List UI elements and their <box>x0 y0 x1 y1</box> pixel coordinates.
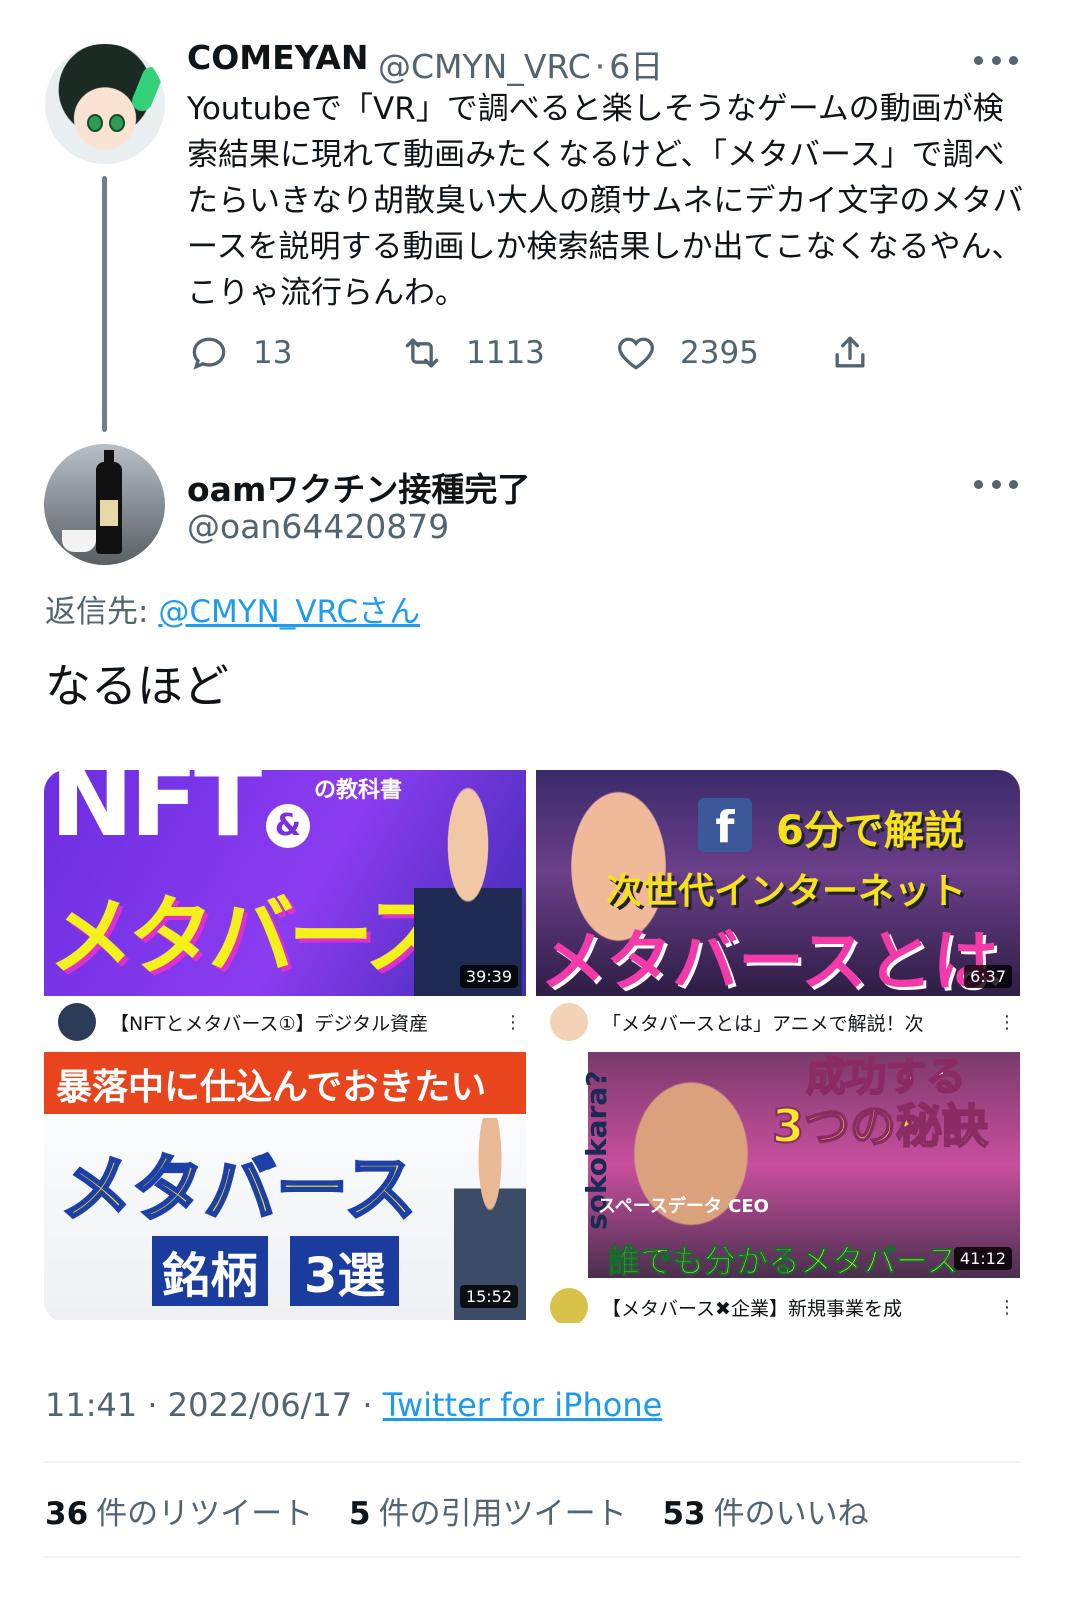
parent-tweet-text: Youtubeで「VR」で調べると楽しそうなゲームの動画が検索結果に現れて動画み… <box>187 91 1024 311</box>
video-menu-icon: ⋮ <box>504 1011 522 1033</box>
parent-more-icon[interactable] <box>974 53 1018 67</box>
comeyan-avatar[interactable] <box>45 44 165 164</box>
tweet-detail-page: COMEYAN @CMYN_VRC · 6日 Youtubeで「VR」で調べると楽し… <box>0 0 1084 1600</box>
separator-dot: · <box>362 1386 373 1424</box>
oam-avatar[interactable] <box>44 444 165 565</box>
thumb-text: 3選 <box>290 1236 400 1306</box>
video-info-row: 「メタバースとは」アニメで解説！次 ⋮ <box>536 1003 1020 1041</box>
parent-handle[interactable]: @CMYN_VRC · 6日 <box>378 40 663 88</box>
video-thumbnail[interactable]: sokokara? 成功する 3つの秘訣 スペースデータ CEO 誰でも分かるメ… <box>536 1052 1020 1278</box>
reply-handle[interactable]: @oan64420879 <box>187 507 449 546</box>
video-duration: 15:52 <box>459 1285 518 1308</box>
separator-dot: · <box>147 1386 158 1424</box>
retweets-count: 36 <box>45 1496 89 1532</box>
avatar-cup <box>62 530 96 552</box>
share-icon <box>835 336 865 368</box>
thumb-text: 銘柄 <box>152 1236 269 1306</box>
media-item[interactable]: NFT & の教科書 メタバース 39:39 【NFTとメタバース①】デジタル資… <box>44 770 526 1042</box>
tweet-date[interactable]: 2022/06/17 <box>168 1386 352 1424</box>
media-grid: NFT & の教科書 メタバース 39:39 【NFTとメタバース①】デジタル資… <box>44 770 1020 1323</box>
retweet-button[interactable]: 1113 <box>400 331 545 375</box>
video-info-row: 【メタバース✖企業】新規事業を成 ⋮ <box>536 1288 1020 1323</box>
avatar-eye <box>109 114 125 132</box>
avatar-bottle-label <box>100 500 118 526</box>
video-duration: 39:39 <box>459 965 518 988</box>
thumb-text: 6分で解説 <box>776 808 964 854</box>
video-menu-icon: ⋮ <box>998 1296 1016 1318</box>
tweet-stats: 36 件のリツイート 5 件の引用ツイート 53 件のいいね <box>45 1488 895 1533</box>
tweet-meta: 11:41 · 2022/06/17 · Twitter for iPhone <box>45 1386 662 1424</box>
parent-display-name[interactable]: COMEYAN <box>187 38 369 77</box>
likes-stat[interactable]: 53 件のいいね <box>662 1496 868 1532</box>
like-count: 2395 <box>680 335 759 371</box>
avatar-eye <box>87 114 103 132</box>
channel-avatar <box>550 1003 588 1041</box>
video-title: 【NFTとメタバース①】デジタル資産 <box>110 1012 429 1035</box>
likes-count: 53 <box>662 1496 706 1532</box>
reply-count: 13 <box>253 335 293 371</box>
reply-button[interactable]: 13 <box>187 331 292 375</box>
thumb-text: スペースデータ CEO <box>598 1196 769 1217</box>
media-item[interactable]: sokokara? 成功する 3つの秘訣 スペースデータ CEO 誰でも分かるメ… <box>536 1052 1020 1323</box>
divider <box>44 1556 1020 1558</box>
divider <box>44 1461 1020 1463</box>
reply-more-icon[interactable] <box>974 477 1018 491</box>
reply-to-prefix: 返信先: <box>45 594 149 630</box>
thumb-text: メタバース <box>58 1146 417 1233</box>
thumb-text: の教科書 <box>314 778 403 803</box>
video-duration: 41:12 <box>953 1247 1012 1270</box>
hair-accent <box>129 63 165 115</box>
video-thumbnail[interactable]: 暴落中に仕込んでおきたい メタバース 銘柄 3選 15:52 <box>44 1052 526 1320</box>
retweet-count: 1113 <box>466 335 545 371</box>
channel-avatar <box>550 1288 588 1323</box>
video-thumbnail[interactable]: f 6分で解説 次世代インターネット メタバースとは 6:37 <box>536 770 1020 996</box>
tweet-source-link[interactable]: Twitter for iPhone <box>383 1386 663 1424</box>
reply-icon <box>192 337 226 370</box>
channel-avatar <box>58 1003 96 1041</box>
thumb-text: NFT <box>50 770 262 859</box>
thumb-text: 暴落中に仕込んでおきたい <box>56 1067 487 1108</box>
quotes-stat[interactable]: 5 件の引用ツイート <box>349 1496 627 1532</box>
video-menu-icon: ⋮ <box>998 1011 1016 1033</box>
heart-icon <box>618 337 654 370</box>
thumb-text: 次世代インターネット <box>606 871 967 912</box>
video-title: 【メタバース✖企業】新規事業を成 <box>602 1297 902 1320</box>
ampersand-badge: & <box>266 804 310 848</box>
media-item[interactable]: 暴落中に仕込んでおきたい メタバース 銘柄 3選 15:52 <box>44 1052 526 1323</box>
video-thumbnail[interactable]: NFT & の教科書 メタバース 39:39 <box>44 770 526 996</box>
thread-connector-line <box>102 176 107 432</box>
parent-handle-text: @CMYN_VRC <box>378 47 591 86</box>
quotes-label: 件の引用ツイート <box>378 1496 627 1532</box>
parent-time: 6日 <box>609 47 664 86</box>
thumb-text: 誰でも分かるメタバース <box>607 1242 959 1279</box>
reply-tweet-text: なるほど <box>45 659 229 713</box>
reply-to-line: 返信先: @CMYN_VRCさん <box>45 586 420 631</box>
share-button[interactable] <box>828 331 894 375</box>
media-item[interactable]: f 6分で解説 次世代インターネット メタバースとは 6:37 「メタバースとは… <box>536 770 1020 1042</box>
video-title: 「メタバースとは」アニメで解説！次 <box>602 1012 924 1035</box>
reply-display-name[interactable]: oamワクチン接種完了 <box>187 463 530 511</box>
video-duration: 6:37 <box>964 965 1012 988</box>
retweets-label: 件のリツイート <box>96 1496 314 1532</box>
thumb-text: メタバース <box>48 887 450 987</box>
like-button[interactable]: 2395 <box>614 331 759 375</box>
quotes-count: 5 <box>349 1496 371 1532</box>
retweet-icon <box>405 338 439 368</box>
video-info-row: 【NFTとメタバース①】デジタル資産 ⋮ <box>44 1003 526 1041</box>
separator-dot: · <box>594 47 606 86</box>
facebook-icon: f <box>698 798 752 853</box>
thumb-text: メタバースとは <box>540 923 999 996</box>
likes-label: 件のいいね <box>713 1496 869 1532</box>
reply-to-user-link[interactable]: @CMYN_VRCさん <box>158 594 420 630</box>
presenter-figure <box>414 780 522 996</box>
thumb-text: 3つの秘訣 <box>771 1098 989 1154</box>
retweets-stat[interactable]: 36 件のリツイート <box>45 1496 313 1532</box>
tweet-time[interactable]: 11:41 <box>45 1386 137 1424</box>
